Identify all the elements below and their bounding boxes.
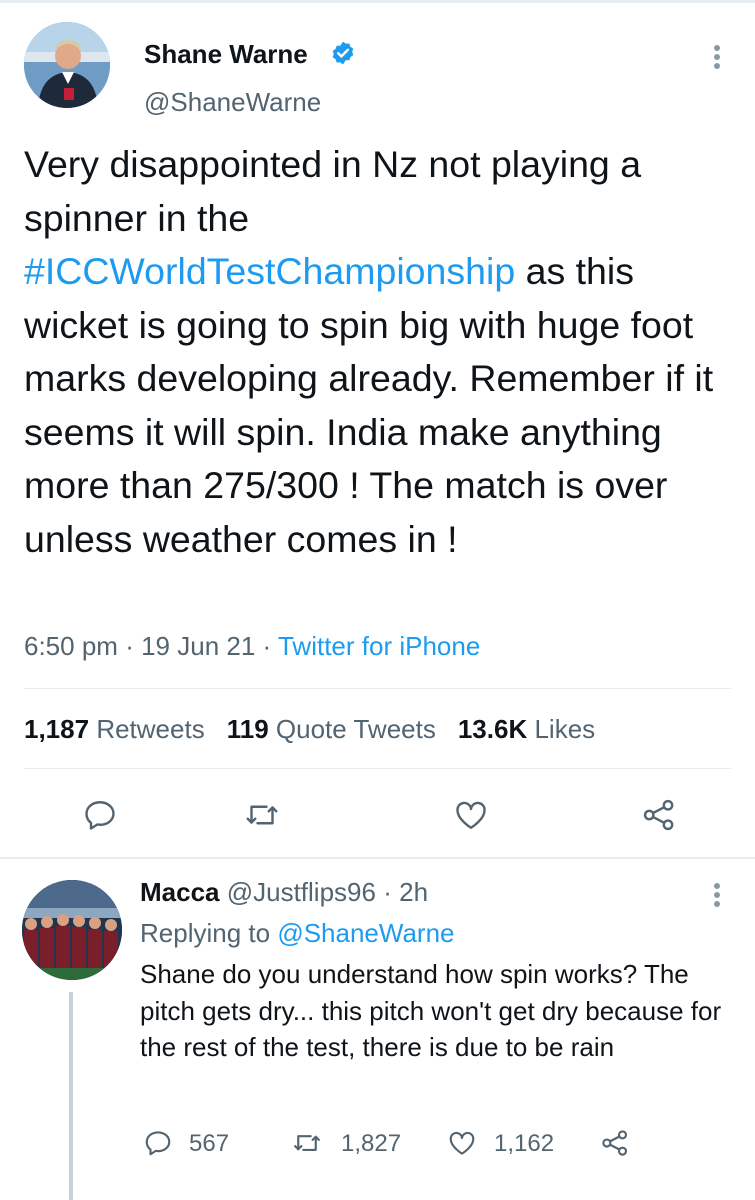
- retweet-count: 1,827: [341, 1130, 402, 1157]
- tweet-text-before: Very disappointed in Nz not playing a sp…: [24, 143, 642, 239]
- tweet-date: 19 Jun 21: [141, 631, 256, 661]
- tweet-text-after: as this wicket is going to spin big with…: [24, 250, 714, 560]
- quotes-label: Quote Tweets: [275, 714, 436, 744]
- share-icon[interactable]: [641, 797, 677, 833]
- likes-label: Likes: [534, 714, 596, 744]
- more-options-icon[interactable]: [704, 42, 730, 72]
- top-divider: [0, 0, 755, 3]
- tweet-text: Very disappointed in Nz not playing a sp…: [24, 138, 730, 566]
- verified-badge-icon: [330, 40, 356, 66]
- like-icon[interactable]: [453, 797, 489, 833]
- reply-age: 2h: [399, 877, 429, 907]
- author-name[interactable]: Shane Warne: [144, 38, 308, 70]
- likes-count: 13.6K: [457, 714, 528, 744]
- separator: ·: [383, 877, 392, 907]
- quotes-count: 119: [226, 714, 269, 744]
- tweet-time: 6:50 pm: [24, 631, 118, 661]
- retweets-stat[interactable]: 1,187 Retweets: [24, 714, 205, 744]
- replying-handle-link[interactable]: @ShaneWarne: [277, 918, 454, 948]
- replying-to: Replying to @ShaneWarne: [140, 916, 455, 950]
- thread-line: [69, 992, 73, 1200]
- retweets-count: 1,187: [24, 714, 90, 744]
- tweet-metadata: 6:50 pm · 19 Jun 21 · Twitter for iPhone: [24, 630, 480, 662]
- more-options-icon[interactable]: [704, 880, 730, 910]
- retweets-label: Retweets: [96, 714, 205, 744]
- quotes-stat[interactable]: 119 Quote Tweets: [227, 714, 436, 744]
- separator: ·: [125, 631, 134, 661]
- avatar[interactable]: [24, 22, 110, 108]
- reply-header: Macca @Justflips96 · 2h: [140, 876, 428, 908]
- reply-avatar[interactable]: [22, 880, 122, 980]
- tweet-source-link[interactable]: Twitter for iPhone: [278, 631, 480, 661]
- divider: [24, 688, 731, 689]
- hashtag-link[interactable]: #ICCWorldTestChampionship: [24, 250, 515, 292]
- tweet-stats: 1,187 Retweets 119 Quote Tweets 13.6K Like…: [24, 712, 595, 746]
- reply-text: Shane do you understand how spin works? …: [140, 959, 722, 1062]
- retweet-icon[interactable]: [292, 1128, 322, 1158]
- like-icon[interactable]: [447, 1128, 477, 1158]
- divider: [24, 768, 731, 769]
- likes-stat[interactable]: 13.6K Likes: [458, 714, 595, 744]
- replying-label: Replying to: [140, 918, 271, 948]
- like-count: 1,162: [494, 1130, 555, 1157]
- share-icon[interactable]: [600, 1128, 630, 1158]
- divider: [0, 857, 755, 859]
- author-handle[interactable]: @ShaneWarne: [144, 86, 321, 118]
- reply-icon[interactable]: [143, 1128, 173, 1158]
- reply-author-name[interactable]: Macca: [140, 877, 220, 907]
- reply-icon[interactable]: [82, 797, 118, 833]
- retweet-icon[interactable]: [244, 797, 280, 833]
- separator: ·: [262, 631, 272, 661]
- reply-author-handle[interactable]: @Justflips96: [227, 877, 376, 907]
- reply-count: 567: [189, 1130, 230, 1157]
